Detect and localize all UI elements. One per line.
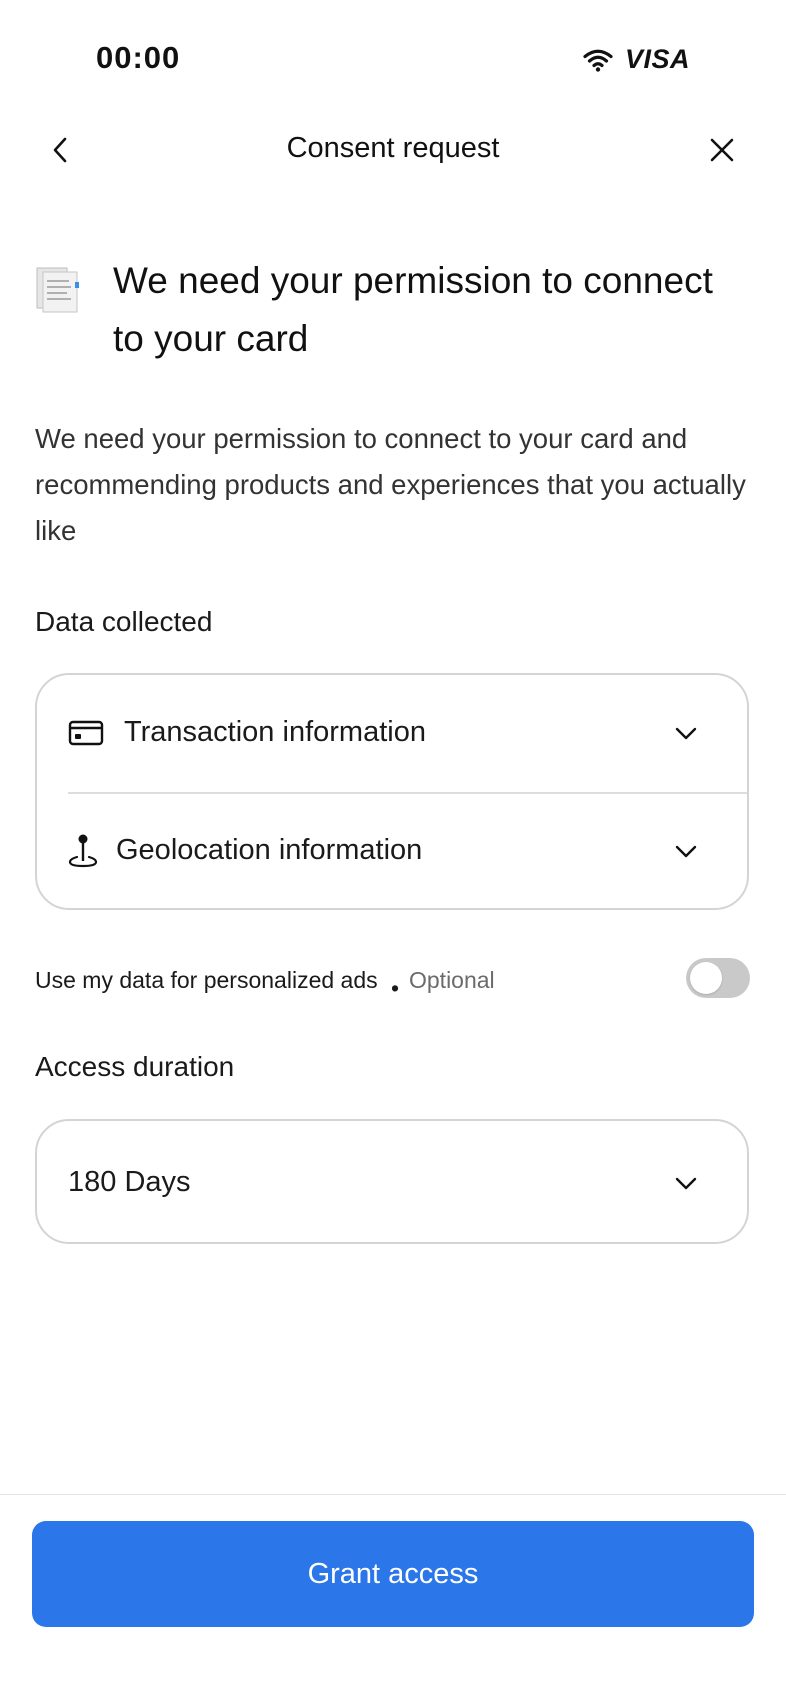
consent-headline: We need your permission to connect to yo… <box>113 260 713 359</box>
list-item-label: Geolocation information <box>116 834 423 866</box>
page-title: Consent request <box>286 132 500 164</box>
consent-description: We need your permission to connect to yo… <box>35 423 746 546</box>
credit-card-icon <box>68 715 104 751</box>
personalized-ads-label: Use my data for personalized ads <box>35 967 378 993</box>
optional-label: Optional <box>409 967 495 993</box>
close-button[interactable] <box>702 130 742 170</box>
data-collected-list: Transaction information Geolocation info… <box>35 673 749 910</box>
location-pin-icon <box>68 833 104 869</box>
data-collected-label: Data collected <box>35 606 213 637</box>
document-icon <box>35 266 81 314</box>
chevron-down-icon <box>673 839 699 865</box>
list-item-geolocation-information[interactable]: Geolocation information <box>37 793 747 908</box>
wifi-icon <box>583 48 613 72</box>
footer-divider <box>0 1494 786 1495</box>
status-indicators: VISA <box>583 44 690 75</box>
list-item-label: Transaction information <box>124 716 426 748</box>
access-duration-label: Access duration <box>35 1051 235 1082</box>
chevron-down-icon <box>673 721 699 747</box>
list-item-transaction-information[interactable]: Transaction information <box>37 675 747 794</box>
toggle-knob <box>690 962 722 994</box>
access-duration-select[interactable]: 180 Days <box>35 1119 749 1244</box>
personalized-ads-toggle[interactable] <box>686 958 750 998</box>
grant-access-button[interactable]: Grant access <box>32 1521 754 1627</box>
status-bar: 00:00 VISA <box>0 0 786 118</box>
chevron-down-icon <box>673 1171 699 1197</box>
nav-bar: Consent request <box>0 118 786 182</box>
access-duration-value: 180 Days <box>68 1166 191 1198</box>
visa-logo: VISA <box>624 44 690 74</box>
status-time: 00:00 <box>96 40 181 75</box>
separator-dot: • <box>391 975 400 1001</box>
personalized-ads-setting: Use my data for personalized ads • Optio… <box>35 955 751 1007</box>
close-icon <box>710 138 734 162</box>
